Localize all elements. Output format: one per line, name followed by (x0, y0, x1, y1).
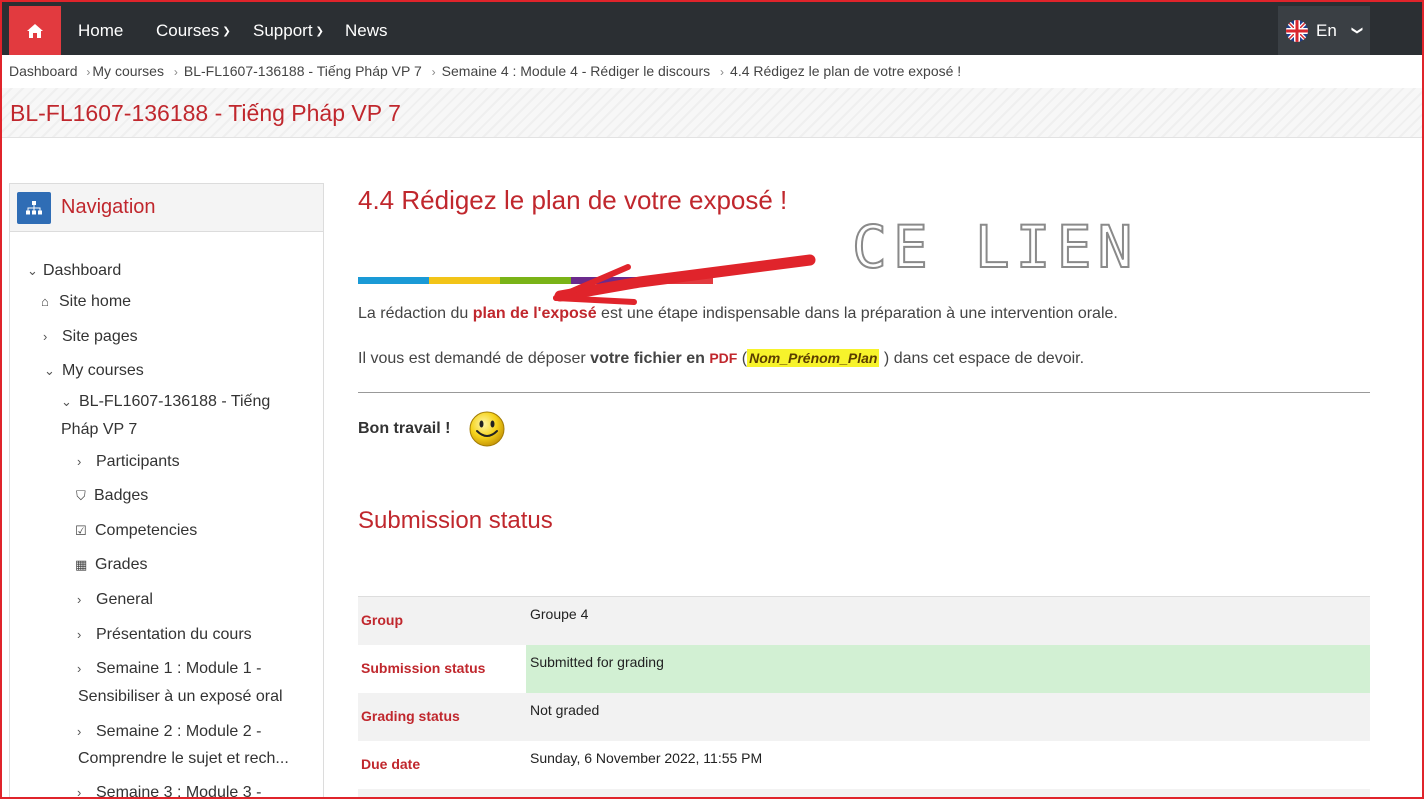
course-header: BL-FL1607-136188 - Tiếng Pháp VP 7 (2, 88, 1422, 138)
nav-courses-dropdown[interactable]: Courses ❯ (156, 6, 231, 55)
table-icon: ▦ (75, 557, 88, 572)
color-bar-segment (571, 277, 642, 284)
intro-paragraph: La rédaction du plan de l'exposé est une… (358, 305, 1118, 322)
row-value: Not graded (530, 702, 600, 718)
nav-item-participants[interactable]: › Participants (77, 448, 180, 476)
chevron-down-icon: ⌄ (61, 394, 72, 409)
nav-item-dashboard[interactable]: ⌄ Dashboard (27, 257, 121, 285)
breadcrumb-separator-icon: › (720, 65, 725, 79)
annotation-arrow-head (553, 295, 637, 305)
color-bar (358, 277, 713, 284)
chevron-right-icon: › (77, 724, 82, 739)
color-bar-segment (358, 277, 429, 284)
nav-news-link[interactable]: News (345, 6, 388, 55)
nav-item-my-courses[interactable]: ⌄ My courses (44, 357, 144, 385)
row-value: Submitted for grading (526, 645, 1370, 693)
table-row: Grading status Not graded (358, 693, 1370, 741)
nav-item-semaine-2-line2[interactable]: Comprendre le sujet et rech... (78, 745, 289, 773)
home-button[interactable] (9, 6, 61, 55)
top-navbar: Home Courses ❯ Support ❯ News En ❯ (2, 0, 1422, 55)
breadcrumb-separator-icon: › (86, 65, 91, 79)
nav-item-semaine-1[interactable]: › Semaine 1 : Module 1 - (77, 655, 261, 683)
instructions-paragraph: Il vous est demandé de déposer votre fic… (358, 349, 1085, 367)
activity-title: 4.4 Rédigez le plan de votre exposé ! (358, 185, 788, 215)
nav-home-link[interactable]: Home (78, 6, 123, 55)
submission-status-title: Submission status (358, 507, 553, 534)
pdf-label: PDF (709, 350, 738, 366)
plan-expose-link[interactable]: plan de l'exposé (473, 305, 597, 322)
breadcrumb-separator-icon: › (431, 65, 436, 79)
home-icon: ⌂ (41, 294, 49, 309)
language-code: En (1316, 20, 1337, 40)
navigation-title: Navigation (61, 196, 156, 218)
breadcrumb: Dashboard › My courses › BL-FL1607-136188 … (9, 63, 961, 79)
chevron-right-icon: › (77, 627, 82, 642)
table-row: Group Groupe 4 (358, 597, 1370, 645)
nav-item-badges[interactable]: ⛉ Badges (76, 482, 148, 510)
color-bar-segment (429, 277, 500, 284)
table-row: Submission status Submitted for grading (358, 645, 1370, 693)
nav-item-semaine-1-line2[interactable]: Sensibiliser à un exposé oral (78, 683, 283, 711)
chevron-down-icon: ⌄ (27, 263, 38, 278)
row-value: Sunday, 6 November 2022, 11:55 PM (530, 750, 763, 766)
chevron-down-icon: ❯ (315, 26, 324, 37)
nav-item-competencies[interactable]: ☑ Competencies (75, 517, 197, 545)
row-label: Due date (361, 756, 421, 772)
color-bar-segment (642, 277, 713, 284)
nav-item-grades[interactable]: ▦ Grades (75, 551, 147, 579)
nav-item-semaine-3[interactable]: › Semaine 3 : Module 3 - (77, 779, 261, 799)
nav-support-dropdown[interactable]: Support ❯ (253, 6, 324, 55)
chevron-right-icon: › (77, 454, 82, 469)
chevron-right-icon: › (77, 785, 82, 799)
chevron-down-icon: ❯ (222, 26, 231, 37)
row-value: Groupe 4 (530, 606, 589, 622)
breadcrumb-separator-icon: › (173, 65, 178, 79)
table-row (358, 789, 1370, 799)
breadcrumb-item[interactable]: My courses (92, 63, 164, 79)
breadcrumb-current: 4.4 Rédigez le plan de votre exposé ! (730, 63, 962, 79)
chevron-down-icon: ⌄ (44, 363, 55, 378)
bon-travail-text: Bon travail ! (358, 420, 451, 437)
annotation-text: CE LIEN (852, 213, 1138, 281)
nav-item-semaine-2[interactable]: › Semaine 2 : Module 2 - (77, 718, 261, 746)
navigation-header: Navigation (10, 184, 323, 232)
breadcrumb-item[interactable]: Semaine 4 : Module 4 - Rédiger le discou… (442, 63, 710, 79)
row-label: Group (361, 612, 403, 628)
language-selector[interactable]: En ❯ (1278, 6, 1370, 55)
submission-status-table: Group Groupe 4 Submission status Submitt… (358, 596, 1370, 799)
divider (358, 392, 1370, 393)
shield-icon: ⛉ (76, 488, 86, 503)
smiley-icon (469, 411, 505, 447)
course-title[interactable]: BL-FL1607-136188 - Tiếng Pháp VP 7 (10, 100, 401, 127)
nav-item-course-line2[interactable]: Pháp VP 7 (61, 416, 137, 444)
row-label: Submission status (361, 660, 486, 676)
home-icon (27, 23, 43, 38)
chevron-right-icon: › (43, 329, 48, 344)
nav-item-presentation[interactable]: › Présentation du cours (77, 621, 252, 649)
breadcrumb-item[interactable]: Dashboard (9, 63, 78, 79)
nav-item-site-pages[interactable]: › Site pages (43, 323, 138, 351)
filename-highlight: Nom_Prénom_Plan (747, 349, 880, 367)
nav-item-course[interactable]: ⌄ BL-FL1607-136188 - Tiếng (61, 388, 270, 416)
chevron-right-icon: › (77, 661, 82, 676)
chevron-right-icon: › (77, 592, 82, 607)
color-bar-segment (500, 277, 571, 284)
sitemap-icon (17, 192, 51, 224)
breadcrumb-item[interactable]: BL-FL1607-136188 - Tiếng Pháp VP 7 (184, 63, 422, 79)
row-label: Grading status (361, 708, 460, 724)
nav-item-general[interactable]: › General (77, 586, 153, 614)
nav-item-site-home[interactable]: ⌂ Site home (41, 288, 131, 316)
chevron-down-icon: ❯ (1350, 25, 1363, 36)
uk-flag-icon (1286, 19, 1308, 42)
table-row: Due date Sunday, 6 November 2022, 11:55 … (358, 741, 1370, 789)
checkbox-icon: ☑ (75, 523, 87, 538)
